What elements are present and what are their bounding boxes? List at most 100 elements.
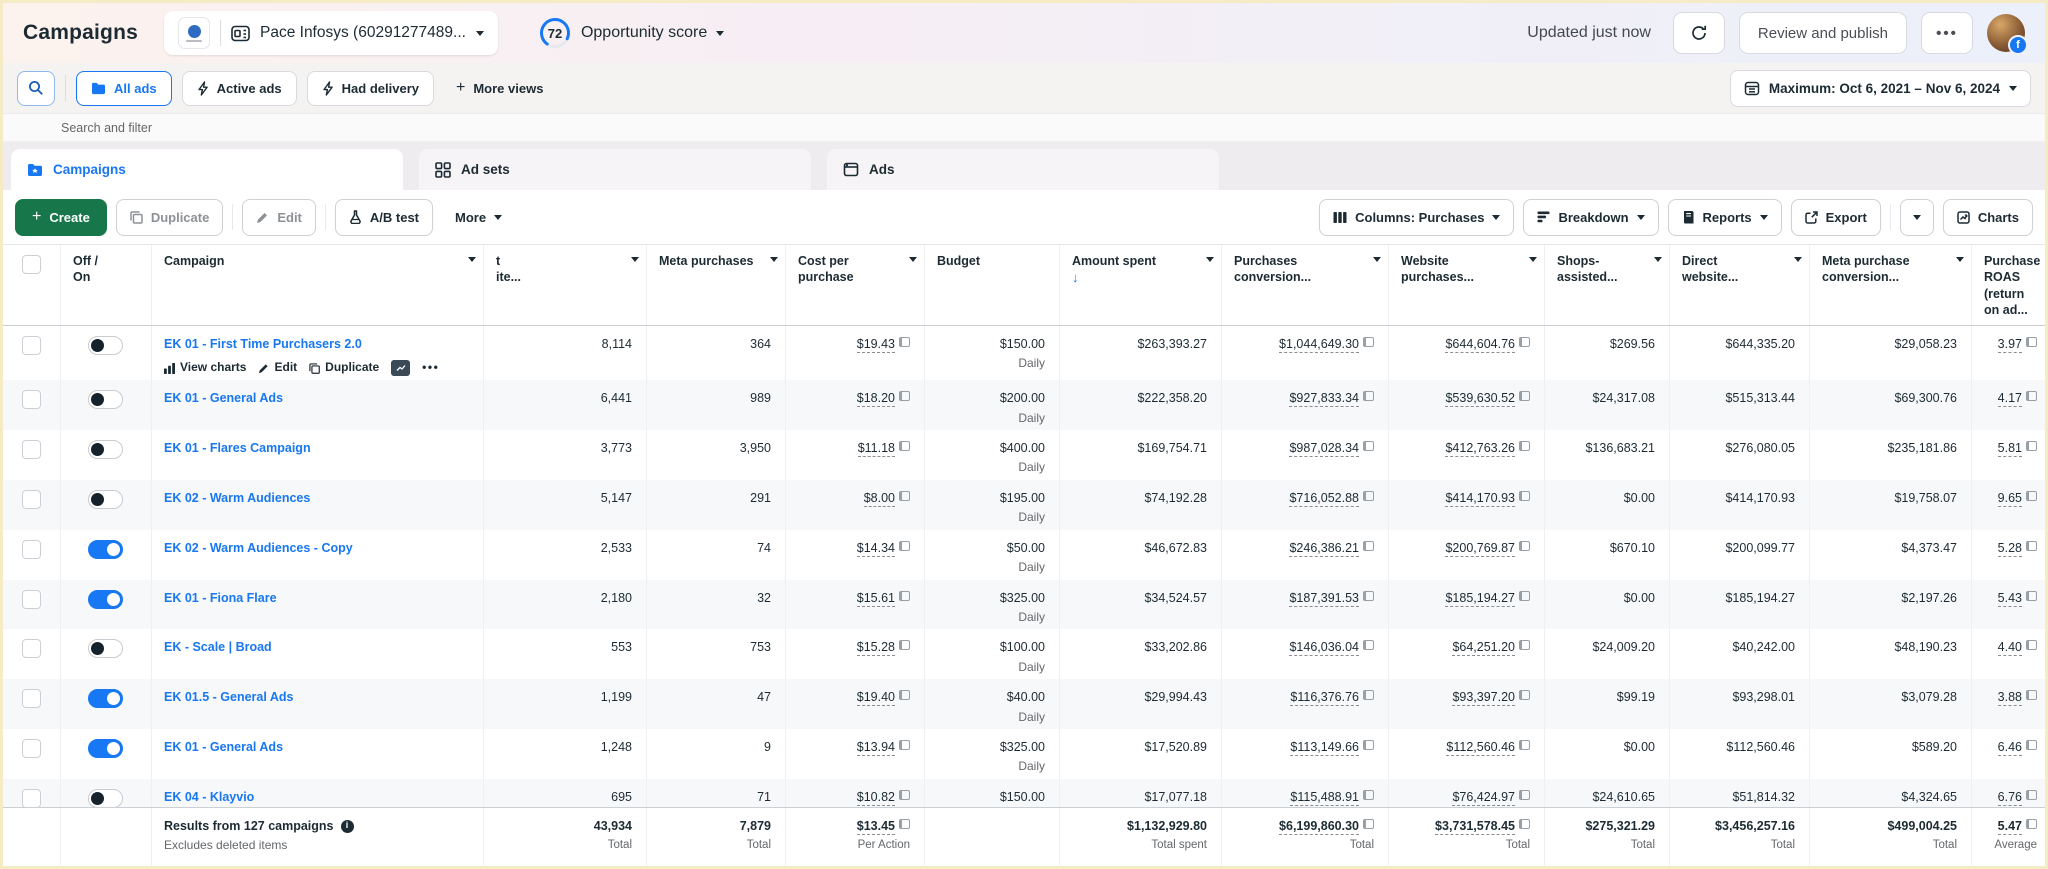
row-checkbox[interactable] — [22, 789, 41, 807]
tab-ad-sets[interactable]: Ad sets — [419, 149, 811, 190]
open-chart-button[interactable] — [391, 360, 410, 376]
metric-link-value[interactable]: $146,036.04 — [1289, 640, 1359, 656]
metric-link-value[interactable]: $11.18 — [858, 441, 895, 457]
campaign-toggle[interactable] — [88, 739, 123, 758]
metric-link-value[interactable]: $412,763.26 — [1445, 441, 1515, 457]
metric-link-value[interactable]: $93,397.20 — [1452, 690, 1515, 706]
metric-link-value[interactable]: $246,386.21 — [1289, 541, 1359, 557]
more-button[interactable]: More — [442, 199, 515, 236]
metric-link-value[interactable]: $927,833.34 — [1289, 391, 1359, 407]
row-checkbox[interactable] — [22, 390, 41, 409]
row-checkbox[interactable] — [22, 689, 41, 708]
account-switcher[interactable]: Pace Infosys (60291277489... — [164, 11, 498, 55]
metric-link-value[interactable]: $13.45 — [857, 819, 895, 835]
search-button[interactable] — [17, 71, 55, 106]
metric-link-value[interactable]: 5.47 — [1998, 819, 2022, 835]
sort-caret-icon[interactable] — [468, 257, 476, 262]
select-all-checkbox[interactable] — [22, 255, 41, 274]
campaign-name-link[interactable]: EK 02 - Warm Audiences — [164, 491, 310, 505]
sort-caret-icon[interactable] — [1794, 257, 1802, 262]
metric-link-value[interactable]: $18.20 — [857, 391, 895, 407]
tab-campaigns[interactable]: Campaigns — [11, 149, 403, 190]
campaign-toggle[interactable] — [88, 390, 123, 409]
metric-link-value[interactable]: $13.94 — [857, 740, 895, 756]
ab-test-button[interactable]: A/B test — [335, 199, 433, 236]
export-options-button[interactable] — [1900, 199, 1934, 236]
breakdown-button[interactable]: Breakdown — [1523, 199, 1658, 236]
refresh-button[interactable] — [1673, 12, 1725, 54]
view-all-ads[interactable]: All ads — [76, 71, 172, 106]
metric-link-value[interactable]: $1,044,649.30 — [1279, 337, 1359, 353]
metric-link-value[interactable]: $115,488.91 — [1290, 790, 1359, 806]
sort-descending-icon[interactable]: ↓ — [1072, 271, 1201, 284]
metric-link-value[interactable]: 3.88 — [1998, 690, 2022, 706]
metric-link-value[interactable]: $644,604.76 — [1445, 337, 1515, 353]
metric-link-value[interactable]: $15.28 — [857, 640, 895, 656]
campaign-toggle[interactable] — [88, 540, 123, 559]
create-button[interactable]: + Create — [15, 199, 107, 236]
campaign-name-link[interactable]: EK 02 - Warm Audiences - Copy — [164, 541, 353, 555]
search-filter-input[interactable]: Search and filter — [3, 114, 2045, 142]
campaign-toggle[interactable] — [88, 639, 123, 658]
metric-link-value[interactable]: $19.43 — [857, 337, 895, 353]
campaign-toggle[interactable] — [88, 689, 123, 708]
metric-link-value[interactable]: $200,769.87 — [1445, 541, 1515, 557]
metric-link-value[interactable]: $64,251.20 — [1452, 640, 1515, 656]
more-actions-button[interactable]: ••• — [422, 360, 439, 376]
campaign-name-link[interactable]: EK 04 - Klayvio — [164, 790, 254, 804]
row-checkbox[interactable] — [22, 639, 41, 658]
metric-link-value[interactable]: $414,170.93 — [1445, 491, 1515, 507]
row-checkbox[interactable] — [22, 490, 41, 509]
metric-link-value[interactable]: $19.40 — [857, 690, 895, 706]
row-checkbox[interactable] — [22, 540, 41, 559]
sort-caret-icon[interactable] — [1206, 257, 1214, 262]
more-views-button[interactable]: + More views — [444, 80, 555, 96]
campaign-toggle[interactable] — [88, 336, 123, 355]
columns-button[interactable]: Columns: Purchases — [1319, 199, 1514, 236]
sort-caret-icon[interactable] — [1654, 257, 1662, 262]
campaign-name-link[interactable]: EK 01 - General Ads — [164, 391, 283, 405]
sort-caret-icon[interactable] — [909, 257, 917, 262]
metric-link-value[interactable]: $14.34 — [857, 541, 895, 557]
row-checkbox[interactable] — [22, 336, 41, 355]
info-icon[interactable]: i — [341, 820, 354, 833]
metric-link-value[interactable]: $112,560.46 — [1446, 740, 1515, 756]
metric-link-value[interactable]: 9.65 — [1998, 491, 2022, 507]
metric-link-value[interactable]: 4.40 — [1998, 640, 2022, 656]
sort-caret-icon[interactable] — [1529, 257, 1537, 262]
sort-caret-icon[interactable] — [631, 257, 639, 262]
opportunity-score[interactable]: 72 Opportunity score — [538, 16, 724, 50]
metric-link-value[interactable]: $185,194.27 — [1445, 591, 1515, 607]
row-checkbox[interactable] — [22, 590, 41, 609]
campaign-toggle[interactable] — [88, 789, 123, 807]
metric-link-value[interactable]: $716,052.88 — [1289, 491, 1359, 507]
metric-link-value[interactable]: $8.00 — [864, 491, 895, 507]
row-checkbox[interactable] — [22, 440, 41, 459]
metric-link-value[interactable]: 5.81 — [1998, 441, 2022, 457]
metric-link-value[interactable]: $987,028.34 — [1289, 441, 1359, 457]
metric-link-value[interactable]: $3,731,578.45 — [1435, 819, 1515, 835]
sort-caret-icon[interactable] — [1956, 257, 1964, 262]
tab-ads[interactable]: Ads — [827, 149, 1219, 190]
campaign-toggle[interactable] — [88, 590, 123, 609]
edit-button[interactable]: Edit — [242, 199, 316, 236]
avatar[interactable]: f — [1987, 14, 2025, 52]
campaign-name-link[interactable]: EK 01 - Fiona Flare — [164, 591, 277, 605]
sort-caret-icon[interactable] — [1373, 257, 1381, 262]
metric-link-value[interactable]: $539,630.52 — [1445, 391, 1515, 407]
reports-button[interactable]: Reports — [1668, 199, 1782, 236]
campaign-name-link[interactable]: EK - Scale | Broad — [164, 640, 272, 654]
view-had-delivery[interactable]: Had delivery — [307, 71, 434, 106]
row-checkbox[interactable] — [22, 739, 41, 758]
duplicate-button[interactable]: Duplicate — [116, 199, 224, 236]
metric-link-value[interactable]: $187,391.53 — [1289, 591, 1359, 607]
action-edit[interactable]: Edit — [258, 360, 297, 376]
metric-link-value[interactable]: $76,424.97 — [1452, 790, 1515, 806]
metric-link-value[interactable]: 6.46 — [1998, 740, 2022, 756]
date-range-picker[interactable]: Maximum: Oct 6, 2021 – Nov 6, 2024 — [1730, 70, 2031, 107]
action-view-charts[interactable]: View charts — [164, 360, 246, 376]
campaign-name-link[interactable]: EK 01.5 - General Ads — [164, 690, 293, 704]
review-publish-button[interactable]: Review and publish — [1739, 12, 1907, 54]
sort-caret-icon[interactable] — [770, 257, 778, 262]
campaign-name-link[interactable]: EK 01 - General Ads — [164, 740, 283, 754]
